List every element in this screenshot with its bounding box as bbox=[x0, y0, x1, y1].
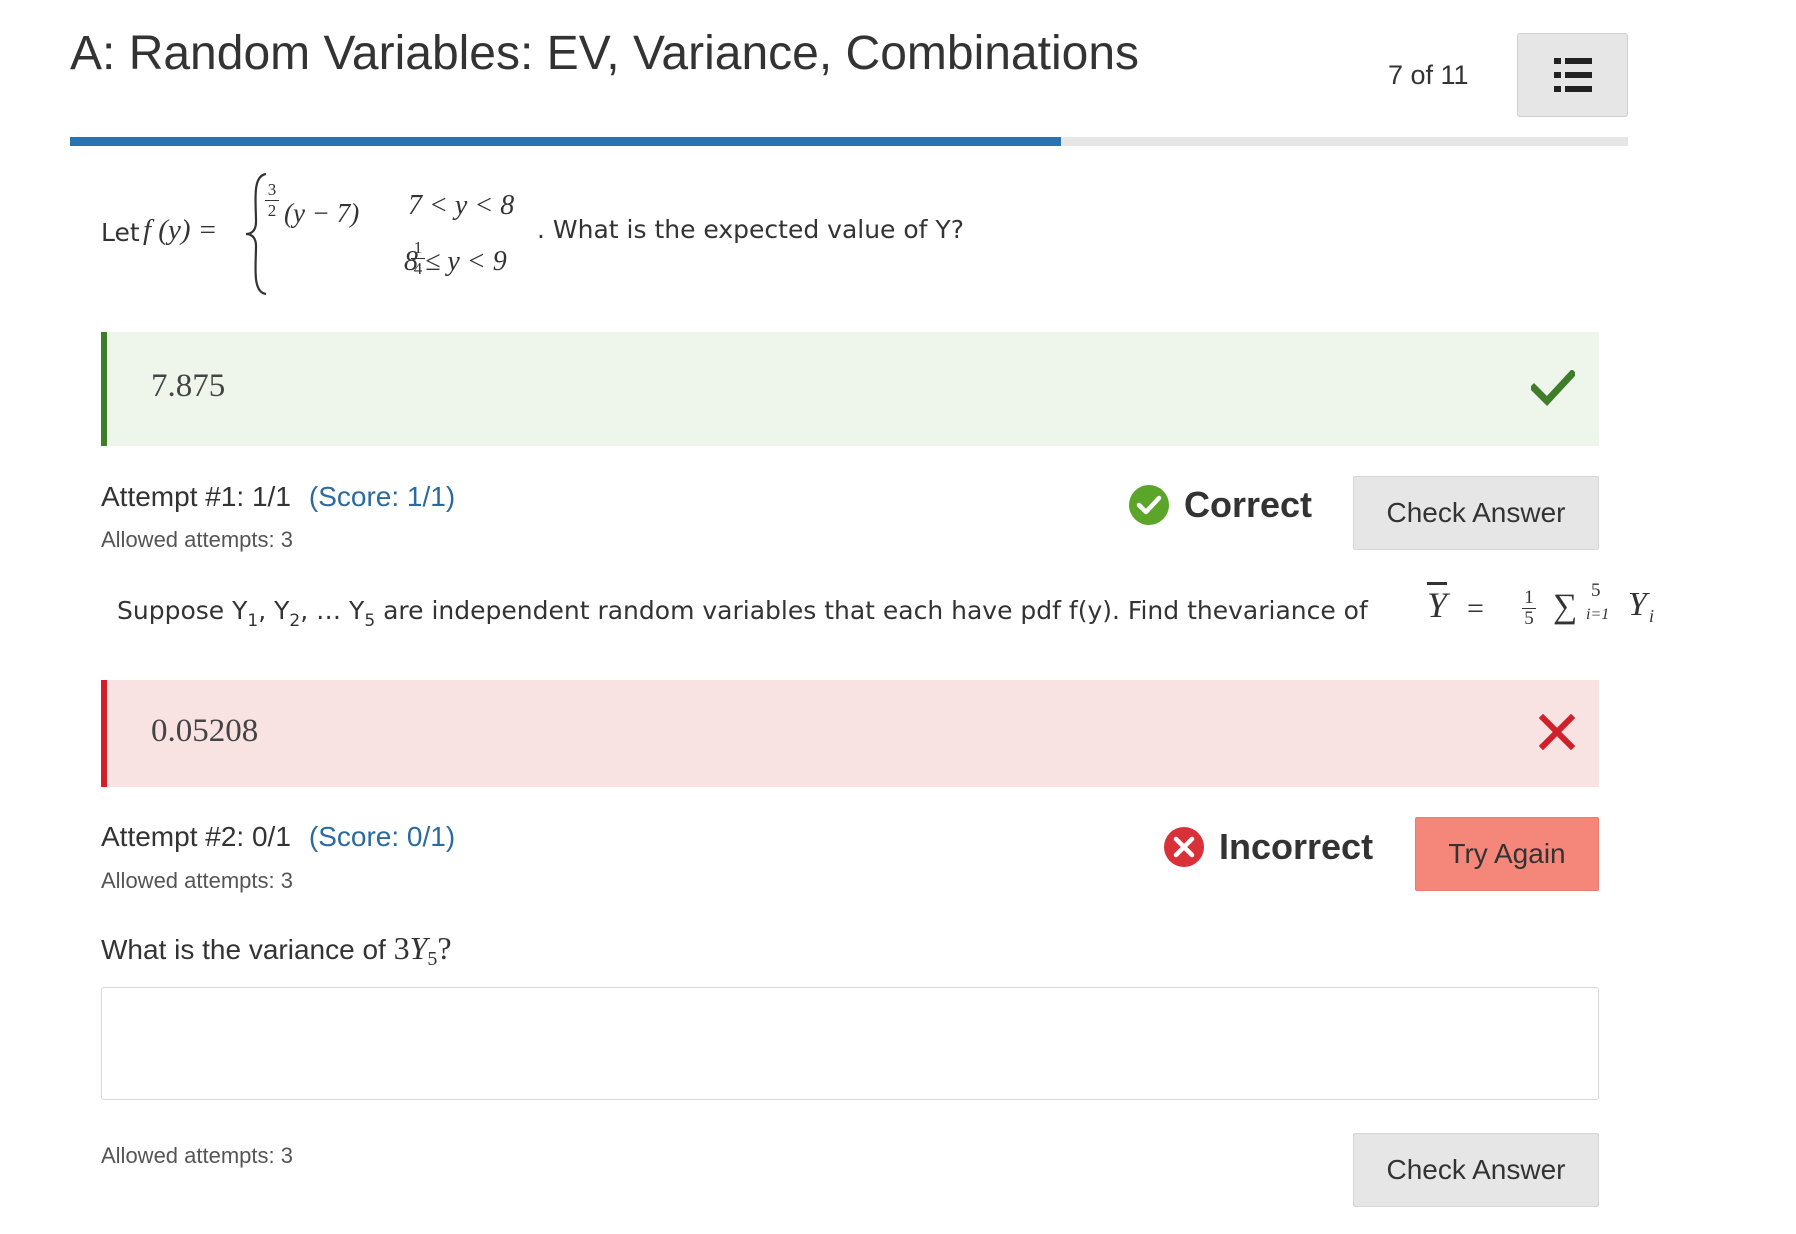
attempt-2-label: Attempt #2: 0/1 (Score: 0/1) bbox=[101, 821, 456, 852]
case-2-condition: 8 ≤ y < 9 bbox=[404, 246, 507, 277]
question-2-text: Suppose Y1, Y2, … Y5 are independent ran… bbox=[117, 580, 1655, 631]
attempt-1-label: Attempt #1: 1/1 (Score: 1/1) bbox=[101, 481, 456, 512]
list-icon bbox=[1553, 58, 1592, 92]
answer-1-box[interactable]: 7.875 bbox=[101, 332, 1599, 446]
one-fifth-fraction: 1 5 bbox=[1522, 588, 1536, 629]
question-list-button[interactable] bbox=[1517, 33, 1628, 117]
attempt-2-result: Incorrect bbox=[1163, 826, 1373, 868]
sigma-icon: ∑ bbox=[1553, 588, 1578, 625]
progress-bar bbox=[70, 137, 1628, 146]
case-1-fraction: 3 2 bbox=[265, 180, 279, 221]
question-1-suffix: . What is the expected value of Y? bbox=[537, 215, 964, 244]
attempt-2-allowed: Allowed attempts: 3 bbox=[101, 868, 293, 893]
x-icon bbox=[1539, 714, 1575, 750]
question-3-text: What is the variance of 3Y5? bbox=[101, 930, 452, 970]
case-1-condition: 7 < y < 8 bbox=[408, 190, 515, 221]
try-again-button[interactable]: Try Again bbox=[1415, 817, 1599, 891]
page-title: A: Random Variables: EV, Variance, Combi… bbox=[70, 27, 1140, 80]
check-answer-button-3[interactable]: Check Answer bbox=[1353, 1133, 1599, 1207]
progress-bar-fill bbox=[70, 137, 1061, 146]
answer-3-input[interactable] bbox=[101, 987, 1599, 1100]
question-1-function: f (y) = bbox=[143, 214, 218, 246]
question-3-allowed: Allowed attempts: 3 bbox=[101, 1143, 293, 1168]
question-counter: 7 of 11 bbox=[1388, 60, 1469, 90]
attempt-1-allowed: Allowed attempts: 3 bbox=[101, 527, 293, 552]
answer-2-box[interactable]: 0.05208 bbox=[101, 680, 1599, 787]
check-answer-button-1[interactable]: Check Answer bbox=[1353, 476, 1599, 550]
question-1-text: Let f (y) = 3 2 (y − 7) 7 < y < 8 1 4 8 … bbox=[101, 170, 1201, 300]
check-circle-icon bbox=[1128, 484, 1170, 526]
question-1-prefix: Let bbox=[101, 218, 140, 247]
x-circle-icon bbox=[1163, 826, 1205, 868]
checkmark-icon bbox=[1531, 370, 1575, 406]
attempt-1-result: Correct bbox=[1128, 484, 1312, 526]
y-bar: Y bbox=[1427, 585, 1448, 625]
answer-1-value: 7.875 bbox=[151, 368, 226, 404]
attempt-1-score: (Score: 1/1) bbox=[308, 481, 456, 512]
attempt-2-score: (Score: 0/1) bbox=[308, 821, 456, 852]
answer-2-value: 0.05208 bbox=[151, 713, 259, 749]
case-1-expression: (y − 7) bbox=[284, 198, 360, 228]
